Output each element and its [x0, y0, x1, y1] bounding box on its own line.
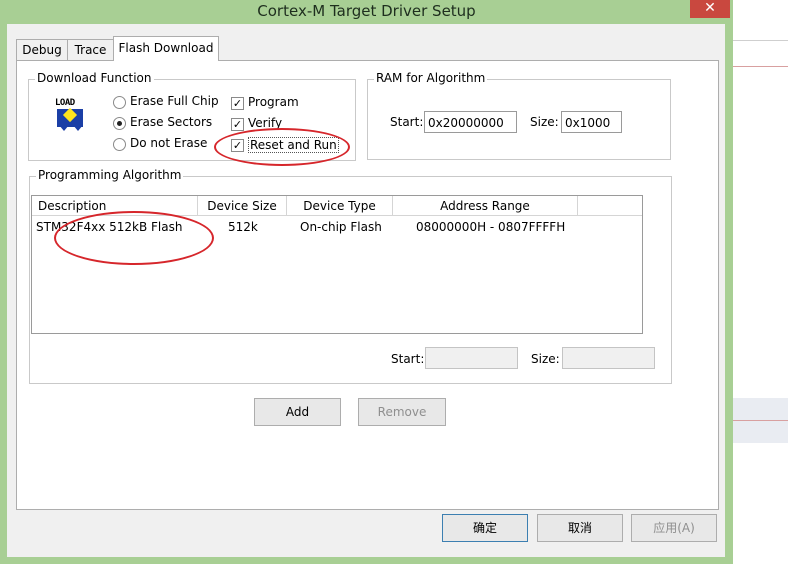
- close-button[interactable]: ✕: [690, 0, 730, 18]
- apply-button[interactable]: 应用(A): [631, 514, 717, 542]
- algorithm-size-label: Size:: [531, 352, 560, 366]
- dialog-client: Debug Trace Flash Download Download Func…: [7, 24, 725, 557]
- column-header-device-size[interactable]: Device Size: [198, 196, 287, 216]
- annotation-ellipse-reset-and-run: [214, 128, 350, 166]
- erase-full-chip-label: Erase Full Chip: [130, 94, 219, 108]
- program-checkbox[interactable]: ✓: [231, 97, 244, 110]
- do-not-erase-label: Do not Erase: [130, 136, 208, 150]
- erase-full-chip-radio[interactable]: [113, 96, 126, 109]
- background-divider-3: [733, 420, 788, 421]
- flash-download-panel: Download Function LOAD Erase Full Chip E…: [16, 60, 719, 510]
- algorithm-start-input[interactable]: [425, 347, 518, 369]
- tab-trace[interactable]: Trace: [67, 39, 114, 60]
- column-header-address-range[interactable]: Address Range: [393, 196, 578, 216]
- erase-sectors-radio[interactable]: [113, 117, 126, 130]
- do-not-erase-radio[interactable]: [113, 138, 126, 151]
- row-device-type: On-chip Flash: [300, 220, 382, 234]
- dialog-window: Cortex-M Target Driver Setup ✕ Debug Tra…: [0, 0, 733, 564]
- row-device-size: 512k: [228, 220, 258, 234]
- ram-start-input[interactable]: 0x20000000: [424, 111, 517, 133]
- ram-size-input[interactable]: 0x1000: [561, 111, 622, 133]
- row-address-range: 08000000H - 0807FFFFH: [416, 220, 566, 234]
- ram-for-algorithm-group: RAM for Algorithm Start: 0x20000000 Size…: [367, 71, 671, 160]
- group-title: Download Function: [35, 71, 154, 85]
- verify-checkbox[interactable]: ✓: [231, 118, 244, 131]
- ram-size-label: Size:: [530, 115, 559, 129]
- program-label: Program: [248, 95, 299, 109]
- tab-label: Flash Download: [118, 41, 214, 55]
- tab-flash-download[interactable]: Flash Download: [113, 36, 219, 61]
- tab-debug[interactable]: Debug: [16, 39, 68, 60]
- remove-button[interactable]: Remove: [358, 398, 446, 426]
- title-bar: Cortex-M Target Driver Setup ✕: [0, 0, 733, 24]
- ram-start-label: Start:: [390, 115, 424, 129]
- algorithm-start-label: Start:: [391, 352, 425, 366]
- background-divider-1: [733, 40, 788, 41]
- tab-label: Debug: [22, 43, 62, 57]
- ok-button[interactable]: 确定: [442, 514, 528, 542]
- erase-sectors-label: Erase Sectors: [130, 115, 213, 129]
- column-header-filler: [578, 196, 642, 216]
- column-header-device-type[interactable]: Device Type: [287, 196, 393, 216]
- cancel-button[interactable]: 取消: [537, 514, 623, 542]
- add-button[interactable]: Add: [254, 398, 341, 426]
- group-title: RAM for Algorithm: [374, 71, 488, 85]
- algorithm-size-input[interactable]: [562, 347, 655, 369]
- background-divider-2: [733, 66, 788, 67]
- tab-label: Trace: [74, 43, 107, 57]
- close-icon: ✕: [704, 0, 716, 16]
- annotation-ellipse-description: [54, 211, 214, 265]
- window-title: Cortex-M Target Driver Setup: [257, 2, 476, 20]
- load-icon: LOAD: [55, 98, 87, 132]
- group-title: Programming Algorithm: [36, 168, 184, 182]
